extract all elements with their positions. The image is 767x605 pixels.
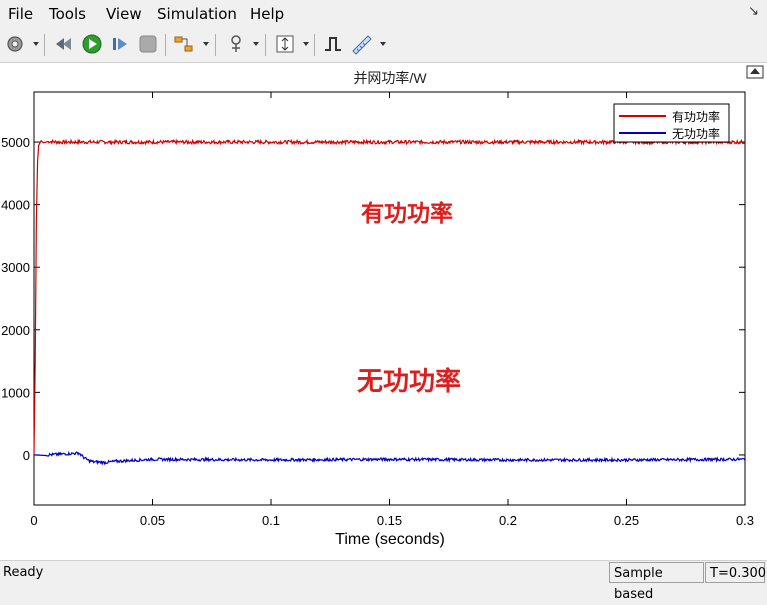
x-tick-label: 0.1 <box>262 513 280 528</box>
toolbar <box>0 28 767 63</box>
step-forward-icon[interactable] <box>109 33 131 55</box>
y-tick-label: 1000 <box>1 385 30 400</box>
highlight-dropdown-icon[interactable] <box>203 42 209 46</box>
x-tick-label: 0.25 <box>614 513 639 528</box>
axes-frame <box>33 91 746 506</box>
y-tick-label: 4000 <box>1 198 30 213</box>
toolbar-separator <box>265 34 266 56</box>
y-tick-label: 2000 <box>1 323 30 338</box>
x-tick-label: 0.3 <box>736 513 754 528</box>
status-time: T=0.300 <box>705 562 766 583</box>
settings-icon[interactable] <box>4 33 26 55</box>
chart-svg: 并网功率/W 0 0.05 0.1 0.15 0.2 0.25 0.3 0 1000 2000 30… <box>1 65 764 548</box>
x-tick-label: 0.15 <box>377 513 402 528</box>
y-tick-label: 3000 <box>1 260 30 275</box>
scope-display: 并网功率/W 0 0.05 0.1 0.15 0.2 0.25 0.3 0 1000 2000 30… <box>0 63 767 560</box>
legend-label: 无功功率 <box>672 126 720 141</box>
annotation-reactive-power: 无功功率 <box>357 366 461 396</box>
status-sample-mode: Sample based <box>609 562 704 602</box>
menu-bar: File Tools View Simulation Help ↘ <box>0 0 767 28</box>
menu-view[interactable]: View <box>106 5 142 23</box>
undock-icon[interactable]: ↘ <box>748 4 759 19</box>
legend-label: 有功功率 <box>672 109 720 124</box>
status-ready: Ready <box>3 565 44 580</box>
zoom-dropdown-icon[interactable] <box>253 42 259 46</box>
toolbar-separator <box>44 34 45 56</box>
status-bar: Ready Sample based T=0.300 <box>0 560 767 602</box>
measurements-icon[interactable] <box>350 33 372 55</box>
x-tick-label: 0.2 <box>499 513 517 528</box>
menu-tools[interactable]: Tools <box>49 5 86 23</box>
x-axis-label: Time (seconds) <box>335 531 445 548</box>
legend: 有功功率无功功率 <box>613 103 730 143</box>
menu-help[interactable]: Help <box>250 5 284 23</box>
expand-icon[interactable] <box>746 65 764 79</box>
signal-trigger-icon[interactable] <box>322 33 344 55</box>
measurements-dropdown-icon[interactable] <box>380 42 386 46</box>
rewind-icon[interactable] <box>53 33 75 55</box>
autoscale-icon[interactable] <box>274 33 296 55</box>
toolbar-separator <box>215 34 216 56</box>
y-tick-label: 5000 <box>1 135 30 150</box>
menu-file[interactable]: File <box>8 5 33 23</box>
annotation-active-power: 有功功率 <box>361 200 453 226</box>
toolbar-separator <box>165 34 166 56</box>
toolbar-separator <box>314 34 315 56</box>
x-tick-label: 0 <box>30 513 37 528</box>
autoscale-dropdown-icon[interactable] <box>303 42 309 46</box>
highlight-model-icon[interactable] <box>173 33 195 55</box>
run-icon[interactable] <box>81 33 103 55</box>
settings-dropdown-icon[interactable] <box>33 42 39 46</box>
chart-title: 并网功率/W <box>353 70 427 86</box>
stop-icon[interactable] <box>137 33 159 55</box>
y-tick-label: 0 <box>23 448 30 463</box>
zoom-icon[interactable] <box>225 33 247 55</box>
x-tick-label: 0.05 <box>140 513 165 528</box>
menu-simulation[interactable]: Simulation <box>157 5 237 23</box>
